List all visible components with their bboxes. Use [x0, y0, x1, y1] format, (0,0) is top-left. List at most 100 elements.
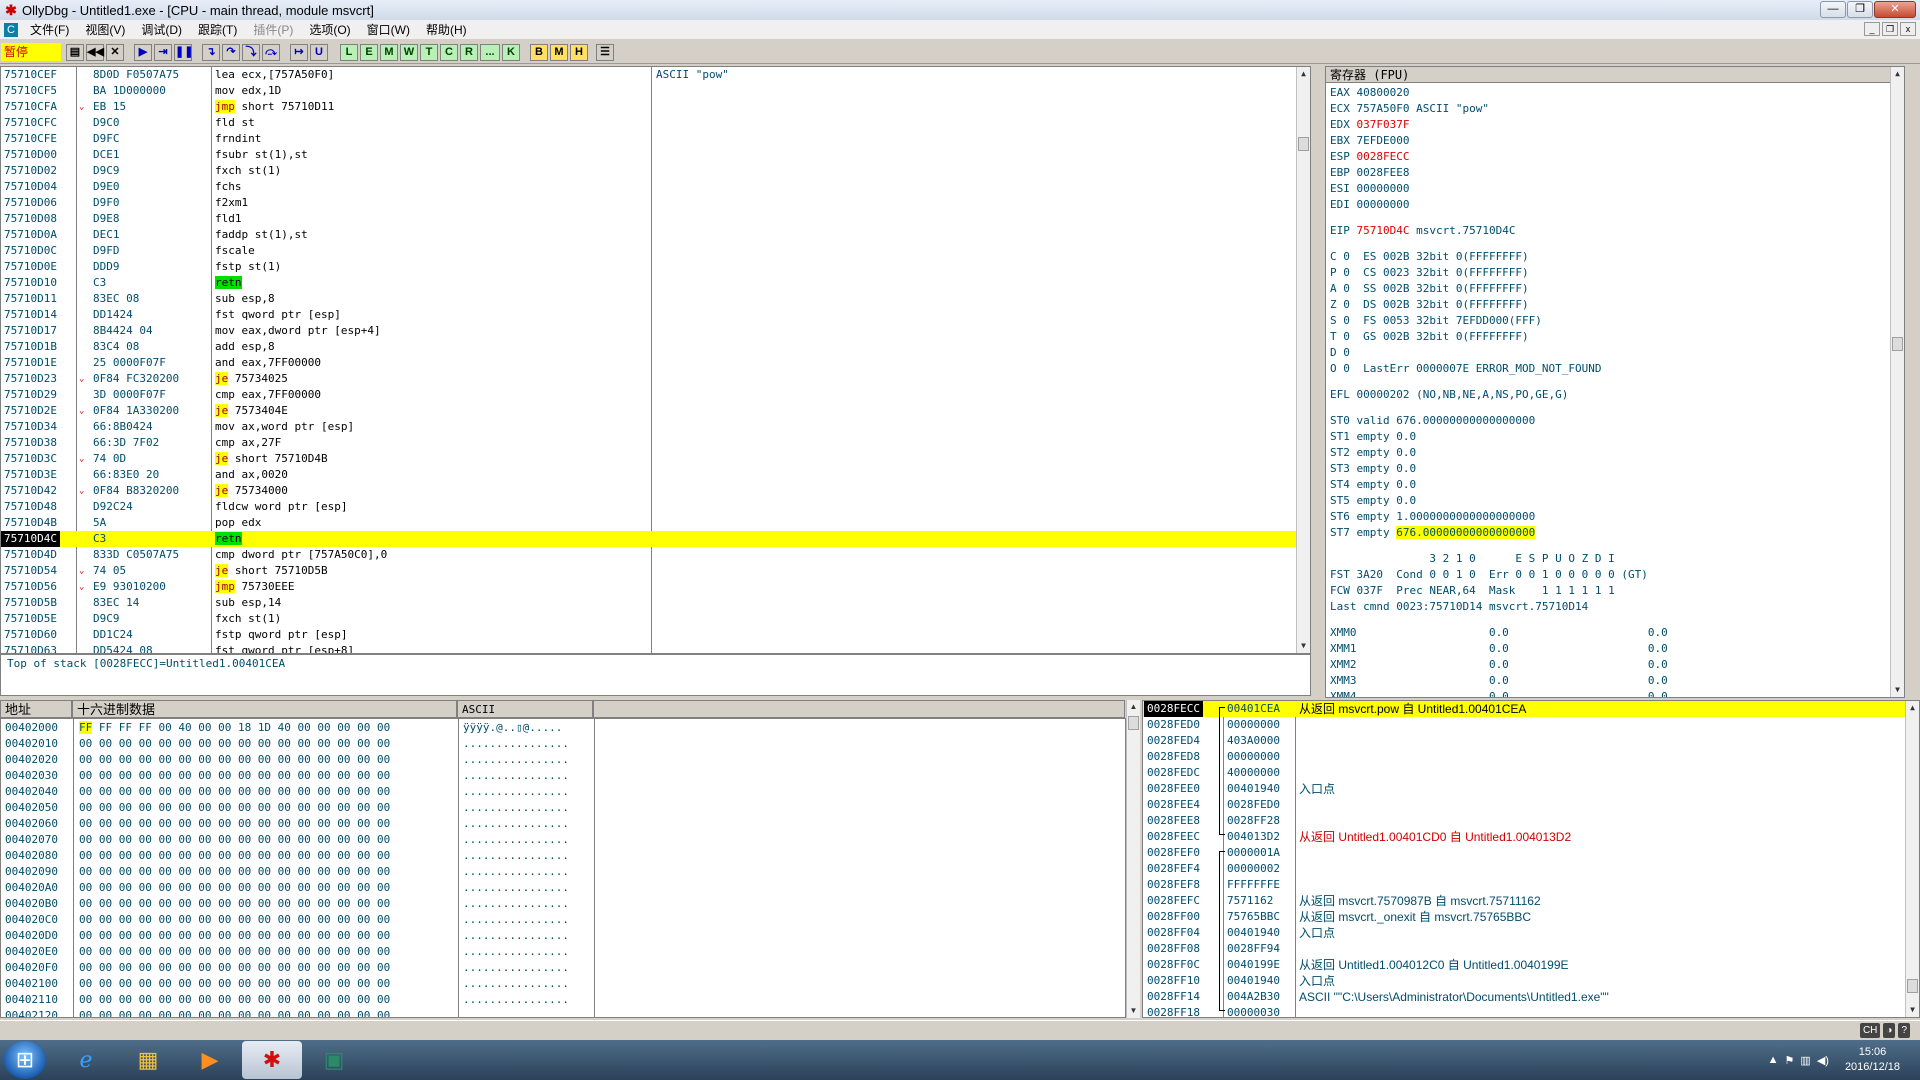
windows-window-button[interactable]: W — [400, 44, 418, 61]
register-line[interactable]: ST4 empty 0.0 — [1330, 477, 1416, 493]
disasm-row[interactable]: 75710D4B 5A pop edx — [1, 515, 1310, 531]
dump-row[interactable]: 00402000 FF FF FF FF 00 40 00 00 18 1D 40… — [1, 720, 1121, 736]
volume-icon[interactable]: ◀) — [1817, 1054, 1829, 1067]
register-line[interactable]: ST1 empty 0.0 — [1330, 429, 1416, 445]
stack-row[interactable]: 0028FF14 004A2B30 ASCII ""C:\Users\Adminis… — [1143, 989, 1919, 1005]
register-line[interactable]: EBP 0028FEE8 — [1330, 165, 1409, 181]
disasm-row[interactable]: 75710D0A DEC1 faddp st(1),st — [1, 227, 1310, 243]
disasm-row[interactable]: 75710D04 D9E0 fchs — [1, 179, 1310, 195]
register-line[interactable]: S 0 FS 0053 32bit 7EFDD000(FFF) — [1330, 313, 1542, 329]
register-line[interactable]: XMM2 0.0 0.0 — [1330, 657, 1668, 673]
register-line[interactable]: T 0 GS 002B 32bit 0(FFFFFFFF) — [1330, 329, 1529, 345]
stack-row[interactable]: 0028FED4 403A0000 — [1143, 733, 1919, 749]
disasm-row[interactable]: 75710CFE D9FC frndint — [1, 131, 1310, 147]
dump-row[interactable]: 004020C0 00 00 00 00 00 00 00 00 00 00 00… — [1, 912, 1121, 928]
dump-row[interactable]: 00402120 00 00 00 00 00 00 00 00 00 00 00… — [1, 1008, 1121, 1017]
register-line[interactable]: ST6 empty 1.0000000000000000000 — [1330, 509, 1535, 525]
stack-row[interactable]: 0028FECC 00401CEA 从返回 msvcrt.pow 自 Untitle… — [1143, 701, 1919, 717]
flag-icon[interactable]: ⚑ — [1785, 1054, 1795, 1067]
dump-pane[interactable]: 地址 十六进制数据 ASCII 00402000 FF FF FF FF 00 4… — [0, 700, 1140, 1018]
disassembler-pane[interactable]: 75710CEF 8D0D F0507A75 lea ecx,[757A50F0] A… — [0, 66, 1311, 654]
register-line[interactable]: Last cmnd 0023:75710D14 msvcrt.75710D14 — [1330, 599, 1588, 615]
register-line[interactable]: ST2 empty 0.0 — [1330, 445, 1416, 461]
mdi-restore-button[interactable]: ❐ — [1882, 22, 1898, 36]
stack-row[interactable]: 0028FEFC 7571162 从返回 msvcrt.7570987B 自 msv… — [1143, 893, 1919, 909]
register-line[interactable]: ST5 empty 0.0 — [1330, 493, 1416, 509]
register-line[interactable]: EIP 75710D4C msvcrt.75710D4C — [1330, 223, 1515, 239]
disasm-row[interactable]: 75710CFA ⌄ EB 15 jmp short 75710D11 — [1, 99, 1310, 115]
disasm-row[interactable]: 75710D3E 66:83E0 20 and ax,0020 — [1, 467, 1310, 483]
register-line[interactable]: ST3 empty 0.0 — [1330, 461, 1416, 477]
stack-row[interactable]: 0028FEEC 004013D2 从返回 Untitled1.00401CD0 自… — [1143, 829, 1919, 845]
log-window-button[interactable]: L — [340, 44, 358, 61]
disasm-row[interactable]: 75710D11 83EC 08 sub esp,8 — [1, 291, 1310, 307]
run-trace-button[interactable]: ... — [480, 44, 500, 61]
execute-till-return-icon[interactable]: ↦ — [290, 44, 308, 61]
restart-icon[interactable]: ◀◀ — [86, 44, 104, 61]
stack-row[interactable]: 0028FEF8 FFFFFFFE — [1143, 877, 1919, 893]
close-button[interactable]: ✕ — [1874, 1, 1916, 18]
disasm-row[interactable]: 75710CF5 BA 1D000000 mov edx,1D — [1, 83, 1310, 99]
ime-help-icon[interactable]: ? — [1898, 1023, 1910, 1038]
stack-pane[interactable]: 0028FECC 00401CEA 从返回 msvcrt.pow 自 Untitle… — [1142, 700, 1920, 1018]
disasm-row[interactable]: 75710D02 D9C9 fxch st(1) — [1, 163, 1310, 179]
cpu-window-icon[interactable]: C — [4, 22, 18, 37]
registers-pane[interactable]: 寄存器 (FPU) EAX 40800020 ECX 757A50F0 ASCII… — [1325, 66, 1905, 698]
disasm-row[interactable]: 75710D34 66:8B0424 mov ax,word ptr [esp] — [1, 419, 1310, 435]
disasm-row[interactable]: 75710D0C D9FD fscale — [1, 243, 1310, 259]
register-line[interactable]: FCW 037F Prec NEAR,64 Mask 1 1 1 1 1 1 — [1330, 583, 1615, 599]
stack-row[interactable]: 0028FED0 00000000 — [1143, 717, 1919, 733]
dump-body[interactable]: 00402000 FF FF FF FF 00 40 00 00 18 1D 40… — [0, 718, 1126, 1018]
mdi-minimize-button[interactable]: _ — [1864, 22, 1880, 36]
step-over-icon[interactable]: ↷ — [222, 44, 240, 61]
ime-mode-icon[interactable]: ◑ — [1883, 1023, 1896, 1038]
registers-scrollbar[interactable]: ▲ ▼ — [1890, 67, 1904, 697]
threads-window-button[interactable]: T — [420, 44, 438, 61]
breakpoints-button[interactable]: B — [530, 44, 548, 61]
dump-row[interactable]: 00402020 00 00 00 00 00 00 00 00 00 00 00… — [1, 752, 1121, 768]
disasm-row[interactable]: 75710D5B 83EC 14 sub esp,14 — [1, 595, 1310, 611]
disasm-row[interactable]: 75710D17 8B4424 04 mov eax,dword ptr [esp+… — [1, 323, 1310, 339]
minimize-button[interactable]: — — [1820, 1, 1846, 18]
register-line[interactable]: EFL 00000202 (NO,NB,NE,A,NS,PO,GE,G) — [1330, 387, 1568, 403]
media-player-icon[interactable]: ▶ — [180, 1041, 240, 1079]
register-line[interactable]: EDI 00000000 — [1330, 197, 1409, 213]
disasm-row[interactable]: 75710D00 DCE1 fsubr st(1),st — [1, 147, 1310, 163]
disasm-row[interactable]: 75710D54 ⌄ 74 05 je short 75710D5B — [1, 563, 1310, 579]
register-line[interactable]: XMM3 0.0 0.0 — [1330, 673, 1668, 689]
menu-help[interactable]: 帮助(H) — [418, 21, 475, 38]
disasm-row[interactable]: 75710CEF 8D0D F0507A75 lea ecx,[757A50F0] A… — [1, 67, 1310, 83]
app-window-icon[interactable]: ▣ — [304, 1041, 364, 1079]
dump-row[interactable]: 00402050 00 00 00 00 00 00 00 00 00 00 00… — [1, 800, 1121, 816]
menu-options[interactable]: 选项(O) — [301, 21, 358, 38]
stack-row[interactable]: 0028FEF0 0000001A — [1143, 845, 1919, 861]
dump-row[interactable]: 00402040 00 00 00 00 00 00 00 00 00 00 00… — [1, 784, 1121, 800]
stack-row[interactable]: 0028FEE8 0028FF28 — [1143, 813, 1919, 829]
network-icon[interactable]: ▥ — [1800, 1054, 1810, 1067]
disasm-row[interactable]: 75710D29 3D 0000F07F cmp eax,7FF00000 — [1, 387, 1310, 403]
run-thread-icon[interactable]: ⇥ — [154, 44, 172, 61]
animate-over-icon[interactable]: ⤼ — [262, 44, 280, 61]
maximize-button[interactable]: ❐ — [1847, 1, 1873, 18]
registers-header[interactable]: 寄存器 (FPU) — [1326, 67, 1904, 83]
disasm-row[interactable]: 75710D56 ⌄ E9 93010200 jmp 75730EEE — [1, 579, 1310, 595]
stack-row[interactable]: 0028FEE0 00401940 入口点 — [1143, 781, 1919, 797]
register-line[interactable]: XMM1 0.0 0.0 — [1330, 641, 1668, 657]
register-line[interactable]: P 0 CS 0023 32bit 0(FFFFFFFF) — [1330, 265, 1529, 281]
disasm-row[interactable]: 75710D60 DD1C24 fstp qword ptr [esp] — [1, 627, 1310, 643]
disasm-row[interactable]: 75710D3C ⌄ 74 0D je short 75710D4B — [1, 451, 1310, 467]
disasm-row[interactable]: 75710D06 D9F0 f2xm1 — [1, 195, 1310, 211]
dump-scrollbar[interactable]: ▲ ▼ — [1126, 700, 1140, 1018]
stack-scrollbar[interactable]: ▲ ▼ — [1905, 701, 1919, 1017]
dump-row[interactable]: 00402090 00 00 00 00 00 00 00 00 00 00 00… — [1, 864, 1121, 880]
register-line[interactable]: ESI 00000000 — [1330, 181, 1409, 197]
register-line[interactable]: XMM0 0.0 0.0 — [1330, 625, 1668, 641]
disasm-row[interactable]: 75710D08 D9E8 fld1 — [1, 211, 1310, 227]
stack-row[interactable]: 0028FF0C 0040199E 从返回 Untitled1.004012C0 自… — [1143, 957, 1919, 973]
pause-icon[interactable]: ❚❚ — [174, 44, 193, 61]
disasm-row[interactable]: 75710D63 DD5424 08 fst qword ptr [esp+8] — [1, 643, 1310, 653]
stack-row[interactable]: 0028FF04 00401940 入口点 — [1143, 925, 1919, 941]
dump-row[interactable]: 004020D0 00 00 00 00 00 00 00 00 00 00 00… — [1, 928, 1121, 944]
stack-row[interactable]: 0028FF10 00401940 入口点 — [1143, 973, 1919, 989]
dump-row[interactable]: 004020A0 00 00 00 00 00 00 00 00 00 00 00… — [1, 880, 1121, 896]
